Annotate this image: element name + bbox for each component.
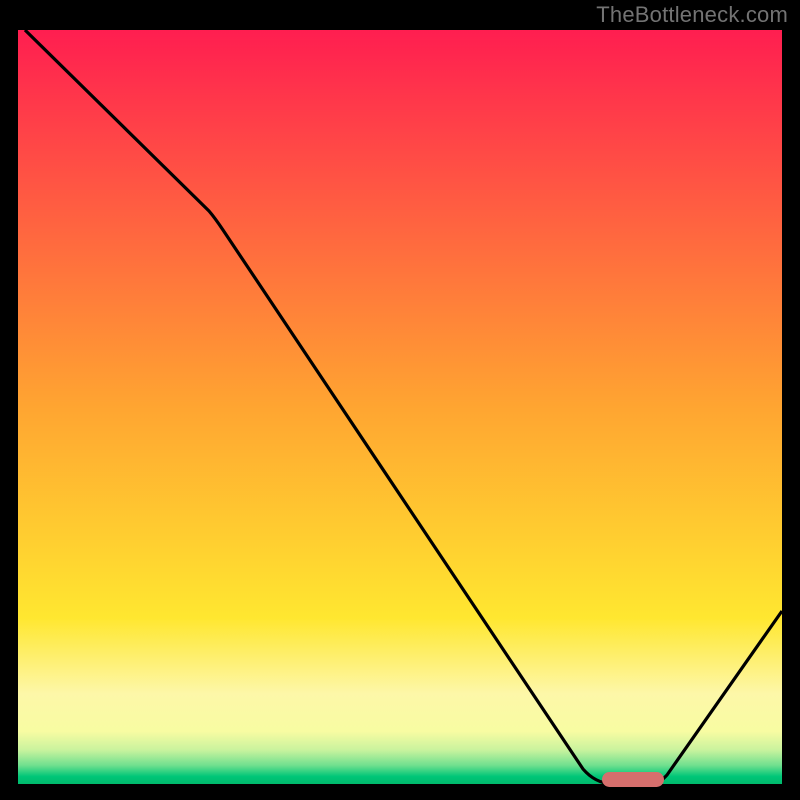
chart-frame: TheBottleneck.com [0, 0, 800, 800]
watermark-text: TheBottleneck.com [596, 2, 788, 28]
bottleneck-chart [0, 0, 800, 800]
gradient-background [18, 30, 782, 784]
optimal-marker [602, 772, 664, 787]
